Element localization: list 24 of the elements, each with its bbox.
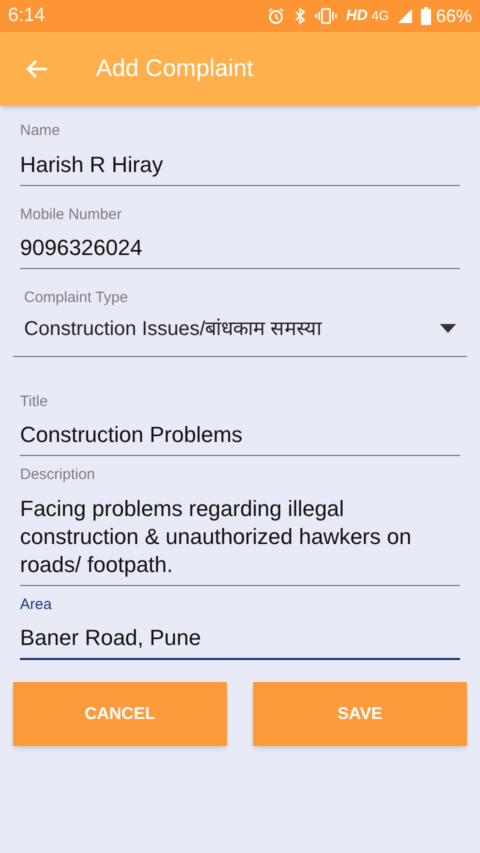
input-field[interactable]: Facing problems regarding illegal construction & unauthorized hawkers on roads/ footpath. bbox=[20, 494, 460, 586]
bluetooth-icon bbox=[294, 7, 306, 25]
field-label: Complaint Type bbox=[23, 288, 129, 308]
alarm-icon bbox=[266, 7, 285, 25]
network-type-label: 4G bbox=[372, 7, 389, 26]
input-field[interactable]: 9096326024 bbox=[20, 234, 460, 269]
network-label: HD bbox=[346, 6, 368, 26]
input-field[interactable]: Baner Road, Pune bbox=[20, 624, 460, 660]
screen-title: Add Complaint bbox=[96, 54, 254, 84]
input-field[interactable]: Construction Problems bbox=[20, 421, 460, 456]
vibrate-icon bbox=[314, 7, 337, 25]
battery-icon bbox=[420, 7, 431, 25]
field-label: Title bbox=[20, 392, 49, 412]
field-label: Mobile Number bbox=[20, 204, 123, 224]
status-time: 6:14 bbox=[8, 4, 45, 28]
signal-icon bbox=[398, 9, 412, 23]
dropdown-caret-icon bbox=[440, 324, 456, 333]
field-label: Area bbox=[20, 594, 53, 614]
back-arrow-icon[interactable] bbox=[26, 59, 48, 79]
field-label: Name bbox=[20, 121, 62, 141]
battery-percent: 66% bbox=[436, 4, 472, 28]
field-label: Description bbox=[20, 465, 96, 485]
input-field[interactable]: Harish R Hiray bbox=[20, 150, 460, 186]
complaint-type-dropdown[interactable]: Construction Issues/बांधकाम समस्या bbox=[13, 314, 467, 356]
